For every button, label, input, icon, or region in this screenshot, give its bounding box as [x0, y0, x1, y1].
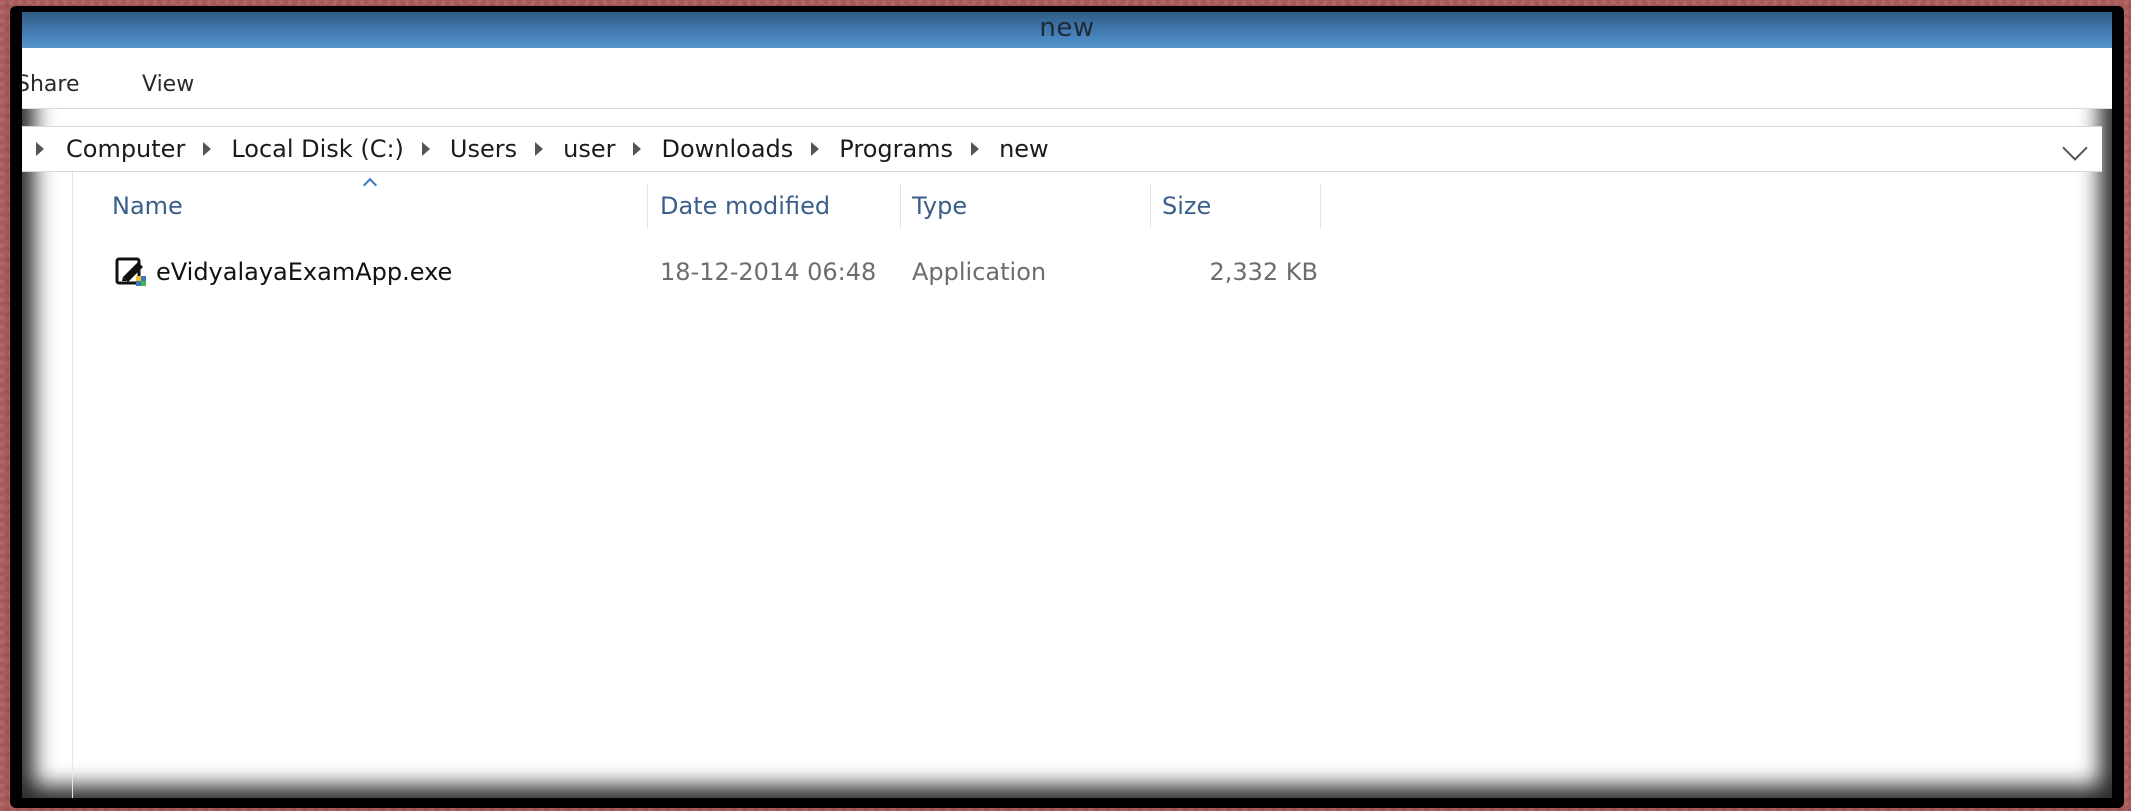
address-history-dropdown-icon[interactable] — [2062, 135, 2088, 161]
breadcrumb: Computer Local Disk (C:) Users user Down… — [32, 127, 1049, 171]
ribbon-tab-share[interactable]: Share — [22, 72, 80, 97]
column-divider[interactable] — [1150, 184, 1151, 228]
file-size: 2,332 KB — [1209, 258, 1318, 286]
column-divider[interactable] — [900, 184, 901, 228]
sort-ascending-icon — [362, 177, 378, 193]
breadcrumb-computer[interactable]: Computer — [66, 135, 185, 163]
breadcrumb-chevron-icon[interactable] — [36, 142, 44, 156]
column-header-date-modified[interactable]: Date modified — [660, 192, 830, 220]
file-type: Application — [912, 258, 1047, 286]
breadcrumb-new[interactable]: new — [999, 135, 1049, 163]
title-bar[interactable]: new — [22, 12, 2112, 48]
file-name: eVidyalayaExamApp.exe — [156, 258, 453, 286]
breadcrumb-chevron-icon[interactable] — [421, 142, 430, 156]
column-divider[interactable] — [647, 184, 648, 228]
breadcrumb-programs[interactable]: Programs — [839, 135, 953, 163]
ribbon-tab-view[interactable]: View — [142, 72, 194, 97]
file-row[interactable]: eVidyalayaExamApp.exe 18-12-2014 06:48 A… — [112, 252, 1362, 296]
breadcrumb-chevron-icon[interactable] — [633, 142, 642, 156]
breadcrumb-chevron-icon[interactable] — [535, 142, 544, 156]
ribbon: Share View — [22, 48, 2112, 109]
column-header-name[interactable]: Name — [112, 192, 183, 220]
file-date-modified: 18-12-2014 06:48 — [660, 258, 877, 286]
breadcrumb-user[interactable]: user — [563, 135, 615, 163]
column-divider[interactable] — [1320, 184, 1321, 228]
executable-icon — [115, 257, 146, 286]
column-header-type[interactable]: Type — [912, 192, 967, 220]
breadcrumb-chevron-icon[interactable] — [811, 142, 820, 156]
column-header-size[interactable]: Size — [1162, 192, 1211, 220]
breadcrumb-local-disk[interactable]: Local Disk (C:) — [231, 135, 404, 163]
breadcrumb-downloads[interactable]: Downloads — [661, 135, 793, 163]
breadcrumb-chevron-icon[interactable] — [971, 142, 980, 156]
address-bar[interactable]: Computer Local Disk (C:) Users user Down… — [22, 126, 2102, 172]
explorer-window: new Share View Computer Local Disk (C:) … — [22, 12, 2112, 798]
window-title: new — [1039, 13, 1095, 43]
breadcrumb-users[interactable]: Users — [450, 135, 517, 163]
navigation-pane-divider[interactable] — [72, 170, 73, 798]
breadcrumb-chevron-icon[interactable] — [203, 142, 212, 156]
